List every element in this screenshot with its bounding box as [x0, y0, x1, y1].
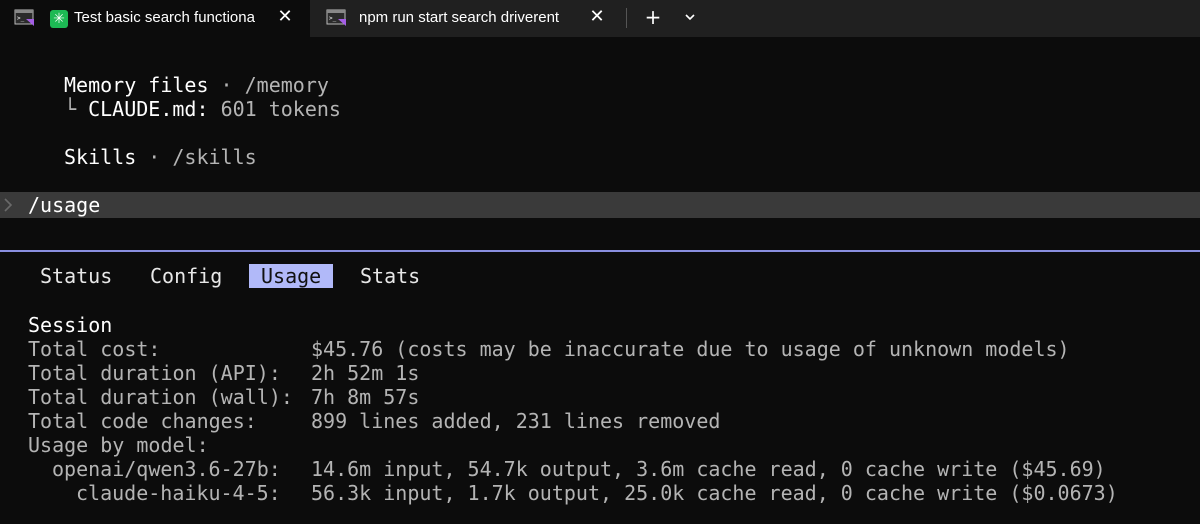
prompt-highlight: [0, 192, 1200, 218]
total-cost-value: $45.76 (costs may be inaccurate due to u…: [311, 337, 1070, 361]
svg-text:>_: >_: [329, 15, 337, 22]
model-usage-value: 14.6m input, 54.7k output, 3.6m cache re…: [311, 457, 1106, 481]
model-usage-value: 56.3k input, 1.7k output, 25.0k cache re…: [311, 481, 1118, 505]
chevron-down-icon[interactable]: [681, 8, 699, 26]
memory-files-label: Memory files: [64, 73, 209, 97]
close-icon[interactable]: ✕: [588, 8, 606, 26]
memory-command: /memory: [244, 73, 329, 97]
terminal-icon: >_: [14, 9, 34, 26]
skills-label: Skills: [64, 145, 137, 169]
skills-command: /skills: [172, 145, 257, 169]
total-cost-label: Total cost:: [28, 337, 161, 361]
duration-api-value: 2h 52m 1s: [311, 361, 420, 385]
tab-test-basic-search[interactable]: >_ ✳ Test basic search functiona ✕: [0, 0, 310, 37]
new-tab-button[interactable]: +: [642, 5, 664, 29]
prompt-command[interactable]: /usage: [28, 193, 100, 217]
duration-api-label: Total duration (API):: [28, 361, 281, 385]
separator-dot: ·: [148, 145, 161, 169]
tab-separator: [626, 8, 627, 28]
tab-stats[interactable]: Stats: [360, 264, 420, 288]
memory-file-tokens: 601 tokens: [220, 97, 341, 121]
tab-title: npm run start search driverent: [359, 9, 560, 26]
code-changes-label: Total code changes:: [28, 409, 257, 433]
spark-icon: ✳: [50, 10, 68, 28]
model-name: claude-haiku-4-5:: [76, 481, 281, 505]
tab-title: Test basic search functiona: [74, 9, 255, 26]
tab-status[interactable]: Status: [40, 264, 112, 288]
close-icon[interactable]: ✕: [276, 8, 294, 26]
tab-bar: >_ ✳ Test basic search functiona ✕ >_ np…: [0, 0, 1200, 37]
prompt-chevron-icon: [4, 198, 13, 212]
usage-by-model-label: Usage by model:: [28, 433, 209, 457]
model-name: openai/qwen3.6-27b:: [52, 457, 281, 481]
panel-divider: [0, 250, 1200, 252]
duration-wall-value: 7h 8m 57s: [311, 385, 420, 409]
svg-text:>_: >_: [17, 15, 25, 22]
code-changes-value: 899 lines added, 231 lines removed: [311, 409, 721, 433]
tab-config[interactable]: Config: [150, 264, 222, 288]
terminal-icon: >_: [326, 9, 346, 26]
tree-branch-glyph: └: [64, 97, 77, 121]
duration-wall-label: Total duration (wall):: [28, 385, 293, 409]
memory-file-name: CLAUDE.md:: [88, 97, 209, 121]
tab-npm-run-start[interactable]: >_ npm run start search driverent ✕: [318, 0, 618, 37]
tab-usage[interactable]: Usage: [249, 264, 334, 288]
session-heading: Session: [28, 313, 113, 337]
skills-line: Skills · /skills: [64, 145, 257, 169]
memory-files-line: Memory files · /memory: [64, 73, 329, 97]
memory-file-entry: └ CLAUDE.md: 601 tokens: [64, 97, 341, 121]
separator-dot: ·: [220, 73, 233, 97]
